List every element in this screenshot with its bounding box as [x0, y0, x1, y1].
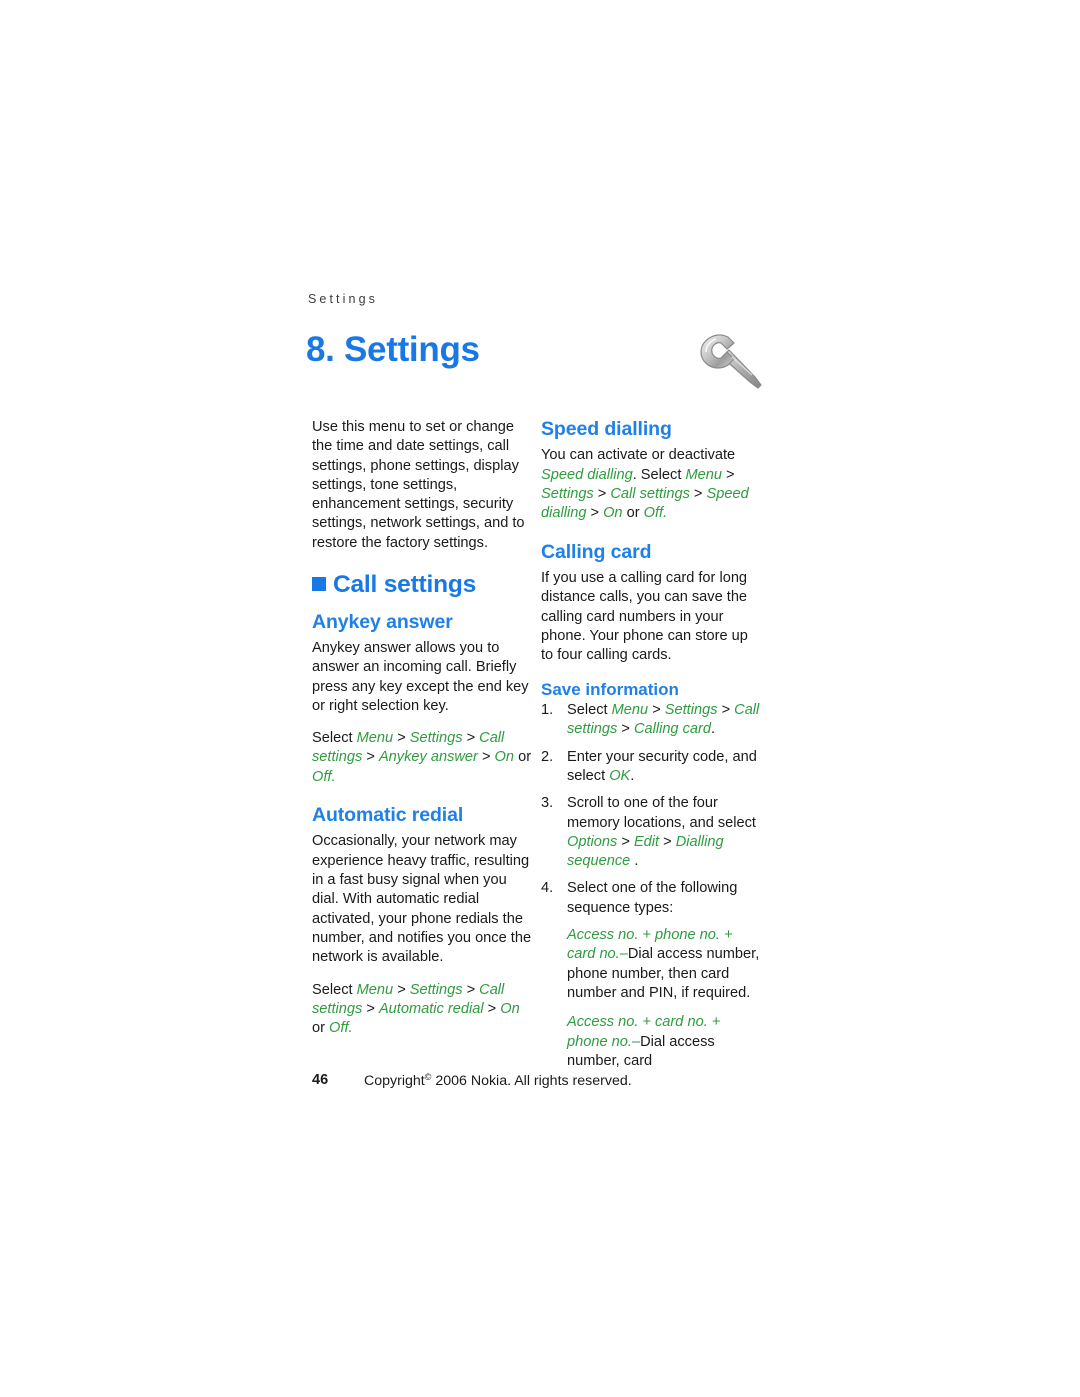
menu-item: OK — [609, 767, 631, 784]
menu-item: Options — [567, 833, 618, 850]
step-terminator: . — [630, 767, 635, 784]
step-lead: Select — [567, 702, 608, 719]
menu-item: Menu — [356, 730, 394, 747]
step-terminator: . — [634, 853, 639, 870]
heading-calling-card: Calling card — [541, 540, 652, 563]
heading-speed-dialling: Speed dialling — [541, 418, 672, 440]
calling-card-body: If you use a calling card for long dista… — [541, 570, 748, 664]
menu-item: Menu — [356, 981, 394, 998]
list-item: Select Menu > Settings > Call settings >… — [541, 701, 760, 738]
square-bullet-icon — [312, 577, 326, 592]
menu-item: Settings — [409, 730, 463, 747]
step-text: Scroll to one of the four memory locatio… — [567, 795, 756, 831]
speed-dialling-body: You can activate or deactivate Speed dia… — [541, 447, 749, 522]
menu-item: Anykey answer — [378, 749, 478, 766]
body-mid: . Select — [632, 466, 682, 483]
copyright-suffix: 2006 Nokia. All rights reserved. — [435, 1073, 632, 1089]
menu-item: Settings — [409, 981, 463, 998]
definition-dash: – — [619, 946, 628, 963]
copyright-prefix: Copyright — [364, 1073, 425, 1089]
copyright-symbol: © — [424, 1072, 432, 1082]
left-column: Use this menu to set or change the time … — [312, 418, 534, 1055]
definition-item: Access no. + card no. + phone no.–Dial a… — [541, 1013, 763, 1071]
page-title: 8. Settings — [306, 330, 480, 369]
automatic-redial-path: Select Menu > Settings > Call settings >… — [312, 981, 520, 1037]
page-number: 46 — [312, 1072, 329, 1088]
manual-page: Settings 8. Settings Use this menu to se… — [0, 0, 1080, 1397]
menu-item: Menu — [685, 466, 722, 483]
menu-item: Call settings — [610, 486, 690, 503]
section-heading-call-settings: Call settings — [312, 571, 534, 598]
right-column: Speed dialling You can activate or deact… — [541, 418, 763, 1081]
menu-item: Calling card — [633, 721, 711, 738]
body-lead: You can activate or deactivate — [541, 447, 736, 464]
menu-item: Settings — [664, 702, 718, 719]
running-head: Settings — [308, 292, 378, 306]
list-item: Select one of the following sequence typ… — [541, 879, 763, 918]
menu-item: Off — [312, 768, 332, 785]
path-lead: Select — [312, 981, 353, 998]
definition-item: Access no. + phone no. + card no.–Dial a… — [541, 926, 763, 1003]
menu-item: Edit — [633, 833, 660, 850]
menu-item: Automatic redial — [378, 1000, 484, 1017]
menu-item: Menu — [611, 702, 649, 719]
path-conjunction: or — [312, 1020, 325, 1037]
automatic-redial-body: Occasionally, your network may experienc… — [312, 833, 532, 966]
menu-item: On — [603, 505, 623, 522]
menu-item: On — [500, 1000, 520, 1017]
step-terminator: . — [711, 721, 716, 738]
menu-item: On — [494, 749, 515, 766]
intro-paragraph: Use this menu to set or change the time … — [312, 419, 525, 551]
path-terminator: . — [663, 505, 668, 522]
list-item: Enter your security code, and select OK. — [541, 748, 763, 787]
menu-item: Off — [329, 1020, 349, 1037]
path-conjunction: or — [626, 505, 640, 522]
heading-automatic-redial: Automatic redial — [312, 804, 464, 827]
save-information-steps: Select Menu > Settings > Call settings >… — [541, 701, 763, 918]
step-text: Select one of the following sequence typ… — [567, 880, 738, 916]
step-text: Enter your security code, and select — [567, 748, 757, 784]
menu-item: Settings — [541, 486, 594, 503]
path-terminator: . — [348, 1020, 353, 1037]
definition-dash: – — [631, 1033, 641, 1050]
anykey-answer-body: Anykey answer allows you to answer an in… — [312, 639, 529, 714]
heading-save-information: Save information — [541, 679, 679, 699]
copyright-notice: Copyright© 2006 Nokia. All rights reserv… — [364, 1072, 632, 1089]
section-heading-label: Call settings — [333, 571, 477, 599]
anykey-answer-path: Select Menu > Settings > Call settings >… — [312, 730, 532, 785]
list-item: Scroll to one of the four memory locatio… — [541, 794, 756, 870]
path-conjunction: or — [518, 749, 532, 766]
wrench-icon — [688, 327, 768, 399]
menu-item: Speed dialling — [541, 466, 633, 483]
path-lead: Select — [312, 730, 353, 747]
heading-anykey-answer: Anykey answer — [312, 610, 453, 633]
menu-item: Off — [643, 505, 664, 522]
path-terminator: . — [331, 768, 336, 785]
